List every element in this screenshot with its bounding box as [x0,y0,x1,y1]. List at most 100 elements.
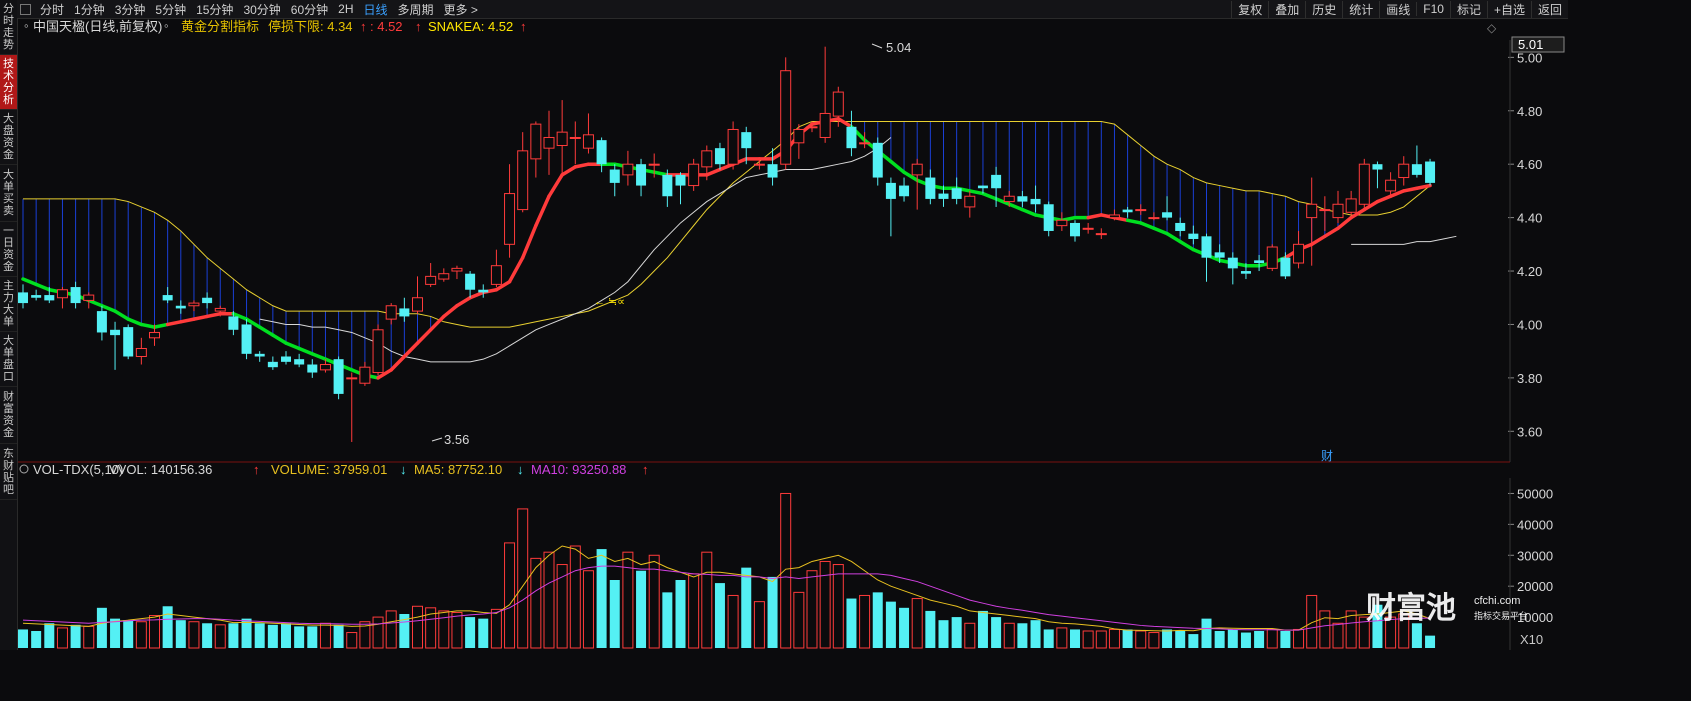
snake-segment [547,173,564,198]
candle-body [228,316,239,330]
candle-body [162,295,173,301]
snake-segment [1402,186,1419,193]
volume-tick-label: 30000 [1517,548,1553,563]
volume-axis: 1000020000300004000050000 [1508,478,1553,650]
candle-body [333,359,344,394]
ma10-line [22,565,1431,631]
candle-body [1162,212,1173,218]
volume-bar [490,608,502,649]
candle [1122,206,1133,218]
candle-body [44,295,55,301]
volume-bar [859,594,871,649]
snake-line-group [21,117,1432,380]
kline-chart: ◦ 中国天楹(日线,前复权) ◦ 黄金分割指标 停损下限: 4.34 ↑ : 4… [18,18,1565,650]
snake-segment [389,354,407,372]
snake-segment [455,295,472,308]
snake-segment [165,320,183,327]
snake-segment [1415,183,1432,190]
candle [872,137,883,186]
candle-body [372,329,384,374]
candle-body [1082,227,1094,230]
candle-body [412,297,423,312]
volume-bar [1332,622,1344,649]
snake-segment [468,290,485,300]
volume-arrow: ↓ [400,462,407,477]
snake-segment [192,314,209,321]
volume-bar [819,560,831,649]
candle-body [556,131,568,146]
volume-bar [438,610,450,649]
candle [359,361,371,386]
small-marker: ← ≒∝ [594,296,625,308]
candle-body [964,195,976,208]
candle-body [1227,257,1238,269]
volume-bar [1162,629,1173,648]
candle-body [1148,217,1160,220]
snake-segment [652,170,670,177]
candle-body [135,347,147,358]
candle-body [1280,257,1291,277]
candle-body [385,305,397,320]
snake-segment [520,223,538,260]
snake-segment [152,322,170,329]
candle-body [267,361,278,368]
candle-body [727,128,739,165]
candle-body [1372,164,1383,170]
snake-segment [1139,221,1156,231]
candle [110,321,121,370]
volume-bar [162,606,173,648]
candle-body [569,136,581,139]
candle-body [1017,196,1028,202]
candle-body [254,353,265,357]
volume-bar [1148,632,1160,649]
volume-bar [451,611,463,649]
candle [793,124,805,159]
candle [31,289,42,301]
candle-body [1003,195,1015,203]
candle [530,121,542,178]
volume-bar [228,623,239,648]
volume-bar [741,567,752,648]
volume-value: VOLUME: 37959.01 [271,462,387,477]
volume-bar [1319,610,1331,649]
candle [465,271,476,298]
snake-segment [1007,202,1025,212]
volume-bar [241,618,252,648]
candle-body [675,174,686,186]
volume-bar [609,580,620,648]
candle [1135,204,1147,215]
snake-segment [968,189,985,196]
volume-bar [70,624,81,648]
candle-body [1030,198,1041,205]
candle-body [478,289,489,293]
snake-segment [1309,234,1327,247]
candle-body [688,163,700,187]
candle-body [951,188,962,199]
candle [780,57,792,170]
volume-bar [636,570,647,648]
candle-body [149,331,160,339]
candle-body [1398,163,1410,179]
candle [911,158,923,210]
candle [346,372,358,442]
candle-body [977,185,988,189]
candle [1306,177,1318,266]
stop-label: 停损下限: 4.34 [268,19,353,34]
candle [83,292,95,309]
candle-body [1306,203,1318,219]
candle-body [636,164,647,186]
volume-bar [951,617,962,648]
candle-body [110,329,121,336]
snake-segment [1336,215,1353,231]
price-axis: 3.60 3.80 4.00 4.20 4.40 4.60 4.80 5.00 [1508,40,1542,462]
candle-body [793,128,805,144]
volume-tick-label: 50000 [1517,486,1553,501]
volume-bars [18,492,1436,649]
watermark-tagline: 指标交易平台 [1474,610,1528,621]
candle [951,177,962,205]
volume-bar [1070,629,1080,648]
candle [241,319,252,360]
volume-bar [1030,620,1041,648]
candle [135,337,147,365]
candle [1017,190,1028,207]
